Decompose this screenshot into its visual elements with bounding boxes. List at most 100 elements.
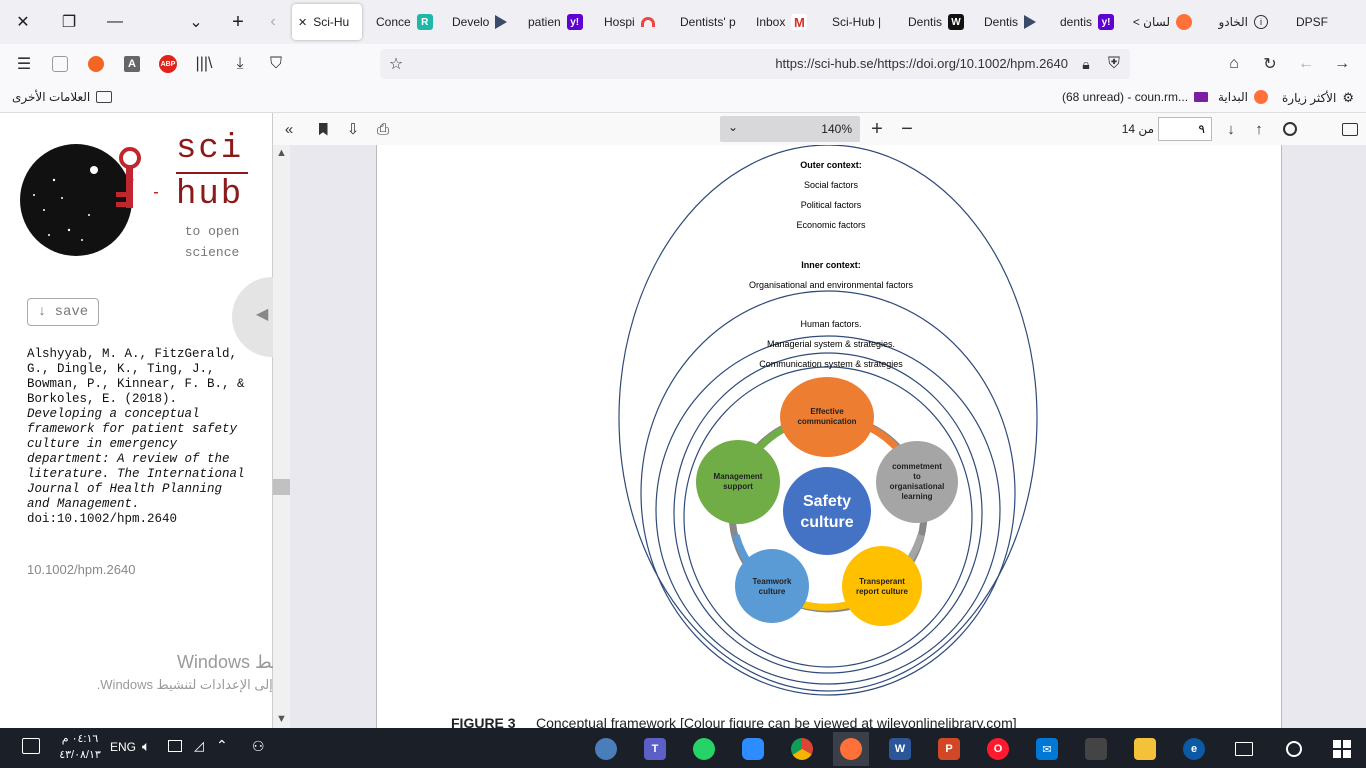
- network-icon[interactable]: ◿: [194, 738, 204, 754]
- vertical-scrollbar[interactable]: [273, 145, 290, 728]
- downloads-button[interactable]: ⤓: [226, 50, 254, 78]
- taskbar-zoom[interactable]: [735, 732, 771, 766]
- bookmark-button[interactable]: [310, 116, 336, 142]
- node-label: communication: [797, 417, 856, 426]
- bookmark-start[interactable]: البداية: [1218, 90, 1269, 104]
- font-button[interactable]: A: [118, 50, 146, 78]
- citation-authors: Alshyyab, M. A., FitzGerald, G., Dingle,…: [27, 347, 245, 406]
- tab-9[interactable]: Dentis W: [902, 4, 970, 40]
- tab-7[interactable]: Inbox M: [750, 4, 818, 40]
- tab-12[interactable]: لسان >: [1130, 4, 1198, 40]
- tab-5[interactable]: Hospi: [598, 4, 666, 40]
- tagline-line1: to open: [184, 224, 240, 239]
- tab-10[interactable]: Dentis: [978, 4, 1046, 40]
- chevron-down-icon: ⌄: [728, 120, 739, 134]
- save-pdf-button[interactable]: ⇩: [340, 116, 366, 142]
- minimize-window-button[interactable]: —: [92, 0, 138, 44]
- battery-icon[interactable]: [168, 740, 182, 752]
- close-tab-icon[interactable]: ✕: [298, 16, 307, 29]
- tab-sci-hub-active[interactable]: ✕ Sci-Hu: [292, 4, 362, 40]
- zoom-out-button[interactable]: −: [894, 116, 920, 142]
- previous-page-button[interactable]: ↑: [1246, 116, 1272, 142]
- taskbar-powerpoint[interactable]: P: [931, 732, 967, 766]
- taskbar-edge[interactable]: e: [1176, 732, 1212, 766]
- triangle-left-icon[interactable]: ◀: [256, 304, 268, 324]
- list-all-tabs-button[interactable]: ⌄: [176, 0, 216, 44]
- bookmark-unread[interactable]: (68 unread) - coun.rm...: [1062, 90, 1209, 104]
- taskbar-mail[interactable]: ✉: [1029, 732, 1065, 766]
- tab-11[interactable]: dentis y!: [1054, 4, 1122, 40]
- inner-item: Organisational and environmental factors: [749, 280, 914, 290]
- zoom-in-button[interactable]: +: [864, 116, 890, 142]
- other-bookmarks[interactable]: العلامات الأخرى: [12, 90, 113, 104]
- bookmark-star-button[interactable]: ☆: [382, 50, 410, 78]
- tab-3[interactable]: Develo: [446, 4, 514, 40]
- taskbar-search[interactable]: [1276, 732, 1312, 766]
- conceptual-framework-figure: Outer context: Social factors Political …: [451, 145, 1038, 728]
- clock-date[interactable]: ٤٣/٠٨/١٣: [52, 748, 108, 761]
- forward-button[interactable]: ←: [1292, 50, 1320, 78]
- url-text[interactable]: https://sci-hub.se/https://doi.org/10.10…: [620, 56, 1068, 71]
- notification-center-icon[interactable]: [22, 738, 40, 754]
- scrollbar-thumb[interactable]: [273, 479, 290, 495]
- scroll-up-icon[interactable]: ▲: [276, 147, 287, 159]
- node-label: support: [723, 482, 753, 491]
- next-page-button[interactable]: ↓: [1218, 116, 1244, 142]
- tab-label: DPSF: [1296, 15, 1329, 29]
- taskbar-opera[interactable]: O: [980, 732, 1016, 766]
- lock-icon[interactable]: 🔒︎: [1072, 50, 1100, 78]
- taskbar-chrome[interactable]: [784, 732, 820, 766]
- close-window-button[interactable]: ✕: [0, 0, 46, 44]
- pocket-button[interactable]: ⛉: [262, 50, 290, 78]
- rss-button[interactable]: [82, 50, 110, 78]
- volume-muted-icon[interactable]: 🔈︎: [142, 738, 150, 755]
- tab-14[interactable]: DPSF: [1290, 4, 1350, 40]
- show-hidden-icons-icon[interactable]: ⌃: [216, 737, 228, 754]
- scroll-tabs-left[interactable]: ‹: [258, 0, 288, 44]
- yahoo-icon: y!: [566, 14, 583, 30]
- scroll-down-icon[interactable]: ▼: [276, 713, 287, 725]
- taskbar-firefox-active[interactable]: [833, 732, 869, 766]
- start-button[interactable]: [1324, 732, 1360, 766]
- adblock-button[interactable]: ABP: [154, 50, 182, 78]
- taskbar-weather[interactable]: [588, 732, 624, 766]
- toggle-sidebar-button[interactable]: [1337, 116, 1363, 142]
- toggle-pdf-sidebar-button[interactable]: «: [276, 116, 302, 142]
- doi-link[interactable]: 10.1002/hpm.2640: [27, 562, 135, 577]
- reader-button[interactable]: [46, 50, 74, 78]
- taskbar-word[interactable]: W: [882, 732, 918, 766]
- taskbar-whatsapp[interactable]: [686, 732, 722, 766]
- taskbar-task-view[interactable]: [1226, 732, 1262, 766]
- tab-13[interactable]: i الخادو: [1206, 4, 1274, 40]
- tab-2[interactable]: Conce R: [370, 4, 438, 40]
- sci-hub-raven-logo-icon: [20, 144, 158, 256]
- print-button[interactable]: ⎙: [370, 116, 396, 142]
- people-icon[interactable]: ⚇: [252, 738, 265, 755]
- outer-context-title: Outer context:: [800, 160, 862, 170]
- language-indicator[interactable]: ENG: [110, 740, 136, 754]
- taskbar-file-explorer[interactable]: [1127, 732, 1163, 766]
- tab-6[interactable]: Dentists' p: [674, 4, 750, 40]
- shield-icon[interactable]: ⛨: [1100, 50, 1128, 78]
- menu-button[interactable]: ☰: [10, 50, 38, 78]
- restore-window-button[interactable]: ❐: [46, 0, 92, 44]
- reload-button[interactable]: ↻: [1256, 50, 1284, 78]
- outer-item: Economic factors: [796, 220, 866, 230]
- home-button[interactable]: ⌂: [1220, 50, 1248, 78]
- library-button[interactable]: |||\: [190, 50, 218, 78]
- bookmark-start-label: البداية: [1218, 90, 1249, 104]
- clock-time[interactable]: ٠٤:١٦ م: [58, 732, 102, 745]
- tab-8[interactable]: Sci-Hub |: [826, 4, 902, 40]
- taskbar-teams[interactable]: T: [637, 732, 673, 766]
- rss-icon: [88, 56, 104, 72]
- find-button[interactable]: [1277, 116, 1303, 142]
- save-button[interactable]: ↓ save: [27, 298, 99, 326]
- taskbar-store[interactable]: [1078, 732, 1114, 766]
- bookmark-most-visited[interactable]: الأكثر زيارة ⚙: [1282, 90, 1354, 106]
- new-tab-button[interactable]: +: [218, 0, 258, 44]
- tab-label: dentis: [1060, 15, 1093, 29]
- tab-4[interactable]: patien y!: [522, 4, 590, 40]
- other-bookmarks-label: العلامات الأخرى: [12, 90, 91, 104]
- page-number-input[interactable]: [1158, 117, 1212, 141]
- back-button[interactable]: →: [1328, 50, 1356, 78]
